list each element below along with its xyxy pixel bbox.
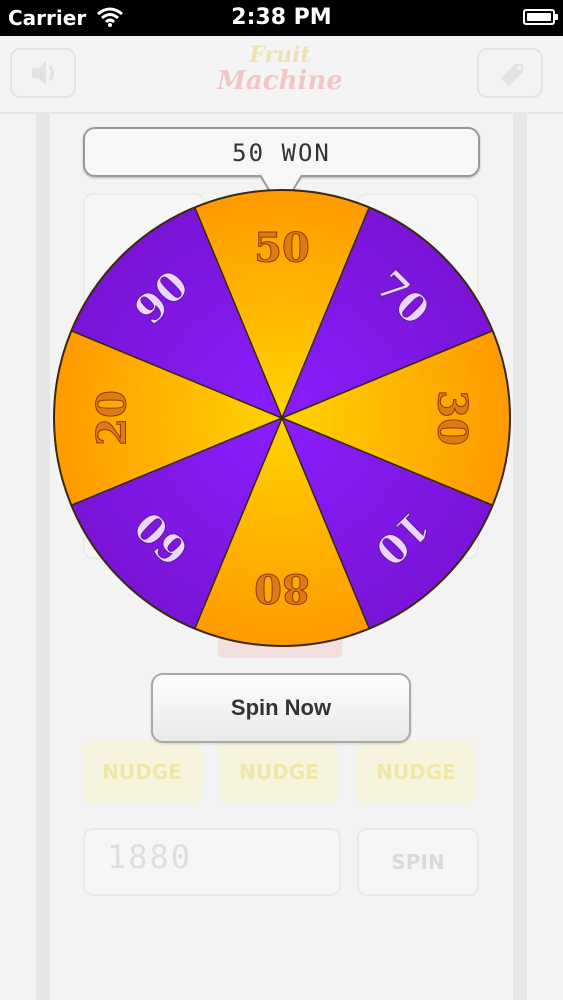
nudge-button-1[interactable]: NUDGE [83, 740, 201, 804]
speaker-icon [32, 61, 54, 85]
wheel-label-30: 30 [429, 390, 476, 446]
credits-display: 1880 [83, 828, 341, 896]
logo-line1: Fruit [249, 42, 311, 68]
header-bar: Fruit Machine [0, 36, 563, 114]
fruit-machine-logo: Fruit Machine [210, 42, 350, 94]
result-bubble: 50 WON [83, 127, 480, 177]
status-bar: Carrier 2:38 PM [0, 0, 563, 36]
clock-label: 2:38 PM [231, 5, 332, 30]
tag-icon [501, 64, 523, 86]
tag-button[interactable] [477, 48, 543, 98]
wheel-label-80: 80 [254, 565, 310, 612]
result-text: 50 WON [232, 139, 331, 167]
nudge-button-2[interactable]: NUDGE [220, 740, 338, 804]
prize-wheel[interactable]: 5070301080602090 [50, 186, 514, 650]
wheel-label-20: 20 [89, 390, 136, 446]
nudge-button-3[interactable]: NUDGE [357, 740, 475, 804]
wheel-label-50: 50 [254, 225, 310, 272]
spin-now-button[interactable]: Spin Now [151, 673, 411, 743]
left-rail [36, 114, 50, 1000]
credits-value: 1880 [107, 838, 193, 876]
right-rail [513, 114, 527, 1000]
sound-button[interactable] [10, 48, 76, 98]
battery-icon [523, 9, 558, 25]
logo-line2: Machine [217, 66, 343, 96]
spin-button[interactable]: SPIN [357, 828, 479, 896]
